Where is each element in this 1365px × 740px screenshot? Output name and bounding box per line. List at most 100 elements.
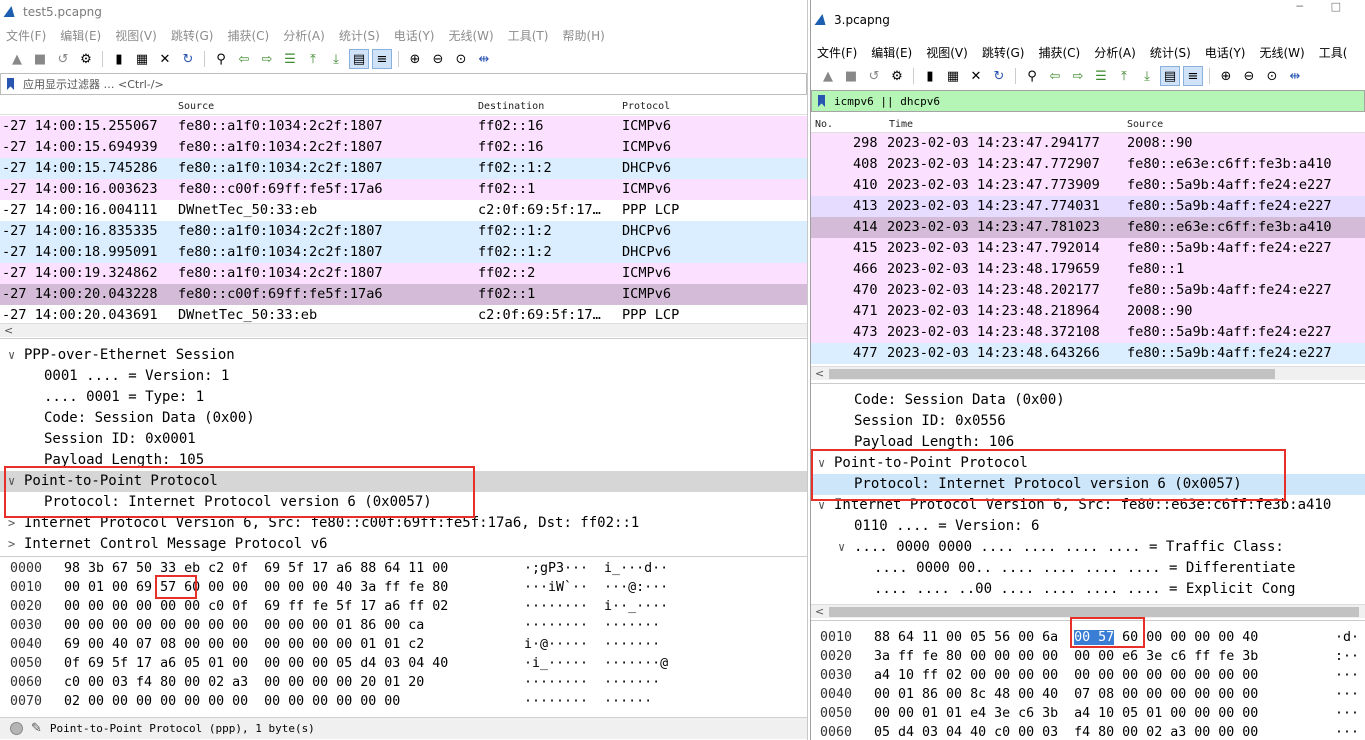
colorize-icon[interactable]: ≡ bbox=[1183, 66, 1203, 86]
detail-line[interactable]: Payload Length: 106 bbox=[811, 432, 1365, 453]
menu-item[interactable]: 电话(Y) bbox=[394, 27, 435, 44]
right-packet-list-hscroll[interactable]: < bbox=[811, 366, 1365, 380]
bookmark-icon[interactable] bbox=[7, 78, 14, 90]
table-row[interactable]: 410 2023-02-03 14:23:47.773909 fe80::5a9b:… bbox=[811, 175, 1365, 196]
table-row[interactable]: 415 2023-02-03 14:23:47.792014 fe80::5a9b:… bbox=[811, 238, 1365, 259]
menu-item[interactable]: 帮助(H) bbox=[562, 27, 604, 44]
table-row[interactable]: -27 14:00:16.004111 DWnetTec_50:33:eb c2:0… bbox=[0, 200, 807, 221]
detail-line[interactable]: 0001 .... = Version: 1 bbox=[0, 366, 807, 387]
go-back-icon[interactable]: ⇦ bbox=[1046, 67, 1064, 85]
ascii-bytes[interactable]: ···iW`·· ···@:··· bbox=[524, 578, 668, 597]
detail-line[interactable]: Protocol: Internet Protocol version 6 (0… bbox=[0, 492, 807, 513]
menu-item[interactable]: 工具(T) bbox=[508, 27, 549, 44]
detail-line[interactable]: Code: Session Data (0x00) bbox=[811, 390, 1365, 411]
table-row[interactable]: 413 2023-02-03 14:23:47.774031 fe80::5a9b:… bbox=[811, 196, 1365, 217]
ascii-bytes[interactable]: ··· bbox=[1335, 723, 1359, 740]
reload-file-icon[interactable]: ↻ bbox=[990, 67, 1008, 85]
table-row[interactable]: 298 2023-02-03 14:23:47.294177 2008::90 bbox=[811, 133, 1365, 154]
menu-item[interactable]: 统计(S) bbox=[1150, 44, 1191, 61]
detail-line[interactable]: .... 0001 = Type: 1 bbox=[0, 387, 807, 408]
table-row[interactable]: -27 14:00:16.003623 fe80::c00f:69ff:fe5f:… bbox=[0, 179, 807, 200]
hex-bytes[interactable]: c0 00 03 f4 80 00 02 a3 00 00 00 00 20 0… bbox=[64, 673, 424, 692]
hex-bytes[interactable]: 00 00 00 00 00 00 c0 0f 69 ff fe 5f 17 a… bbox=[64, 597, 448, 616]
right-display-filter-input[interactable]: icmpv6 || dhcpv6 bbox=[811, 90, 1365, 112]
menu-item[interactable]: 视图(V) bbox=[926, 44, 968, 61]
normal-size-icon[interactable]: ⊙ bbox=[452, 50, 470, 68]
minimize-icon[interactable]: ─ bbox=[1296, 0, 1303, 13]
first-packet-icon[interactable]: ⤒ bbox=[1115, 67, 1133, 85]
menu-item[interactable]: 捕获(C) bbox=[227, 27, 269, 44]
go-to-packet-icon[interactable]: ☰ bbox=[281, 50, 299, 68]
go-back-icon[interactable]: ⇦ bbox=[235, 50, 253, 68]
reload-file-icon[interactable]: ↻ bbox=[179, 50, 197, 68]
menu-item[interactable]: 文件(F) bbox=[817, 44, 857, 61]
autoscroll-icon[interactable]: ▤ bbox=[1160, 66, 1180, 86]
hex-bytes[interactable]: 05 d4 03 04 40 c0 00 03 f4 80 00 02 a3 0… bbox=[874, 723, 1258, 740]
scroll-thumb[interactable] bbox=[829, 369, 1275, 379]
hex-bytes[interactable]: 3a ff fe 80 00 00 00 00 00 00 e6 3e c6 f… bbox=[874, 647, 1258, 666]
find-packet-icon[interactable]: ⚲ bbox=[1023, 67, 1041, 85]
table-row[interactable]: 473 2023-02-03 14:23:48.372108 fe80::5a9b:… bbox=[811, 322, 1365, 343]
ascii-bytes[interactable]: i·@····· ······· bbox=[524, 635, 660, 654]
table-row[interactable]: -27 14:00:20.043228 fe80::c00f:69ff:fe5f:… bbox=[0, 284, 807, 305]
hex-bytes[interactable]: a4 10 ff 02 00 00 00 00 00 00 00 00 00 0… bbox=[874, 666, 1258, 685]
go-forward-icon[interactable]: ⇨ bbox=[258, 50, 276, 68]
table-row[interactable]: -27 14:00:15.255067 fe80::a1f0:1034:2c2f:… bbox=[0, 116, 807, 137]
stop-capture-icon[interactable]: ■ bbox=[842, 67, 860, 85]
find-packet-icon[interactable]: ⚲ bbox=[212, 50, 230, 68]
restart-capture-icon[interactable]: ↺ bbox=[865, 67, 883, 85]
column-header-no[interactable]: No. bbox=[815, 119, 833, 130]
expander-chevron-icon[interactable]: ∨ bbox=[838, 537, 845, 558]
last-packet-icon[interactable]: ⤓ bbox=[327, 50, 345, 68]
close-file-icon[interactable]: ✕ bbox=[156, 50, 174, 68]
menu-item[interactable]: 视图(V) bbox=[115, 27, 157, 44]
last-packet-icon[interactable]: ⤓ bbox=[1138, 67, 1156, 85]
zoom-in-icon[interactable]: ⊕ bbox=[1217, 67, 1235, 85]
menu-item[interactable]: 工具( bbox=[1319, 44, 1348, 61]
hex-bytes-selected[interactable]: 00 57 bbox=[1074, 630, 1115, 645]
detail-line[interactable]: Payload Length: 105 bbox=[0, 450, 807, 471]
hex-bytes[interactable]: 0f 69 5f 17 a6 05 01 00 00 00 00 05 d4 0… bbox=[64, 654, 448, 673]
table-row[interactable]: 477 2023-02-03 14:23:48.643266 fe80::5a9b:… bbox=[811, 343, 1365, 364]
open-file-icon[interactable]: ▮ bbox=[921, 67, 939, 85]
hex-bytes[interactable]: 88 64 11 00 05 56 00 6a 00 57 60 00 00 0… bbox=[874, 628, 1258, 647]
table-row[interactable]: -27 14:00:18.995091 fe80::a1f0:1034:2c2f:… bbox=[0, 242, 807, 263]
edit-comment-icon[interactable]: ✎ bbox=[31, 721, 42, 736]
table-row[interactable]: 408 2023-02-03 14:23:47.772907 fe80::e63e:… bbox=[811, 154, 1365, 175]
column-header-destination[interactable]: Destination bbox=[478, 101, 544, 112]
detail-line[interactable]: ∨ Point-to-Point Protocol bbox=[811, 453, 1365, 474]
table-row[interactable]: 414 2023-02-03 14:23:47.781023 fe80::e63e:… bbox=[811, 217, 1365, 238]
resize-columns-icon[interactable]: ⇹ bbox=[475, 50, 493, 68]
ascii-bytes[interactable]: ··· bbox=[1335, 704, 1359, 723]
detail-line[interactable]: Session ID: 0x0001 bbox=[0, 429, 807, 450]
detail-line[interactable]: ∨ PPP-over-Ethernet Session bbox=[0, 345, 807, 366]
column-header-source[interactable]: Source bbox=[1127, 119, 1163, 130]
expander-chevron-icon[interactable]: > bbox=[8, 534, 15, 555]
menu-item[interactable]: 编辑(E) bbox=[60, 27, 101, 44]
detail-line[interactable]: .... 0000 00.. .... .... .... .... = Dif… bbox=[811, 558, 1365, 579]
table-row[interactable]: -27 14:00:19.324862 fe80::a1f0:1034:2c2f:… bbox=[0, 263, 807, 284]
zoom-out-icon[interactable]: ⊖ bbox=[1240, 67, 1258, 85]
menu-item[interactable]: 电话(Y) bbox=[1205, 44, 1246, 61]
menu-item[interactable]: 编辑(E) bbox=[871, 44, 912, 61]
scroll-left-arrow-icon[interactable]: < bbox=[815, 605, 824, 619]
menu-item[interactable]: 分析(A) bbox=[1094, 44, 1136, 61]
expander-chevron-icon[interactable]: > bbox=[8, 513, 15, 534]
scroll-left-arrow-icon[interactable]: < bbox=[4, 324, 13, 338]
ascii-bytes[interactable]: ········ ······ bbox=[524, 692, 652, 711]
menu-item[interactable]: 分析(A) bbox=[283, 27, 325, 44]
detail-line[interactable]: ∨ .... 0000 0000 .... .... .... .... = Tr… bbox=[811, 537, 1365, 558]
table-row[interactable]: -27 14:00:16.835335 fe80::a1f0:1034:2c2f:… bbox=[0, 221, 807, 242]
close-file-icon[interactable]: ✕ bbox=[967, 67, 985, 85]
hex-bytes[interactable]: 00 00 01 01 e4 3e c6 3b a4 10 05 01 00 0… bbox=[874, 704, 1258, 723]
capture-options-icon[interactable]: ⚙ bbox=[77, 50, 95, 68]
detail-line[interactable]: Protocol: Internet Protocol version 6 (0… bbox=[811, 474, 1365, 495]
menu-item[interactable]: 统计(S) bbox=[339, 27, 380, 44]
expander-chevron-icon[interactable]: ∨ bbox=[818, 495, 825, 516]
ascii-bytes[interactable]: ··· bbox=[1335, 666, 1359, 685]
left-packet-list-hscroll[interactable]: < bbox=[0, 323, 807, 337]
expert-info-icon[interactable] bbox=[10, 722, 23, 735]
table-row[interactable]: 466 2023-02-03 14:23:48.179659 fe80::1 bbox=[811, 259, 1365, 280]
table-row[interactable]: -27 14:00:20.043691 DWnetTec_50:33:eb c2:0… bbox=[0, 305, 807, 324]
start-capture-icon[interactable]: ▲ bbox=[819, 67, 837, 85]
